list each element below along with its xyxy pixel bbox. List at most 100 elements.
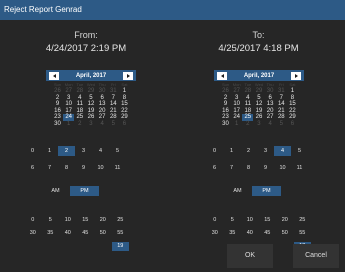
minute-option[interactable]: 50 bbox=[276, 229, 294, 238]
prev-month-button[interactable] bbox=[217, 71, 227, 80]
calendar-day[interactable]: 7 bbox=[108, 95, 119, 102]
calendar-day[interactable]: 13 bbox=[265, 101, 276, 108]
minute-option[interactable]: 45 bbox=[77, 229, 95, 238]
minute-option[interactable]: 20 bbox=[276, 216, 294, 225]
minute-option[interactable]: 15 bbox=[259, 216, 277, 225]
calendar-day[interactable]: 17 bbox=[63, 108, 74, 115]
calendar-day[interactable]: 9 bbox=[220, 101, 231, 108]
hour-option[interactable]: 6 bbox=[24, 163, 41, 173]
calendar-day[interactable]: 28 bbox=[108, 114, 119, 121]
am-option[interactable]: AM bbox=[41, 186, 70, 196]
calendar-day[interactable]: 17 bbox=[231, 108, 242, 115]
calendar-day[interactable]: 29 bbox=[287, 114, 298, 121]
calendar-day[interactable]: 26 bbox=[85, 114, 96, 121]
minute-option[interactable]: 10 bbox=[241, 216, 259, 225]
calendar-day[interactable]: 3 bbox=[231, 95, 242, 102]
calendar-day[interactable]: 13 bbox=[97, 101, 108, 108]
calendar-day[interactable]: 21 bbox=[276, 108, 287, 115]
minute-option[interactable]: 50 bbox=[94, 229, 112, 238]
calendar-day[interactable]: 4 bbox=[97, 121, 108, 128]
calendar-day[interactable]: 2 bbox=[52, 95, 63, 102]
hour-option[interactable]: 3 bbox=[75, 146, 92, 156]
calendar-day[interactable]: 25 bbox=[74, 114, 85, 121]
calendar-day[interactable]: 6 bbox=[119, 121, 130, 128]
calendar-day[interactable]: 2 bbox=[220, 95, 231, 102]
calendar-day[interactable]: 8 bbox=[287, 95, 298, 102]
minute-option[interactable]: 0 bbox=[206, 216, 224, 225]
hour-option[interactable]: 11 bbox=[109, 163, 126, 173]
calendar-day[interactable]: 11 bbox=[74, 101, 85, 108]
calendar-day[interactable]: 26 bbox=[52, 88, 63, 95]
pm-option[interactable]: PM bbox=[70, 186, 99, 196]
minute-option[interactable]: 10 bbox=[59, 216, 77, 225]
minute-option[interactable]: 45 bbox=[259, 229, 277, 238]
calendar-day[interactable]: 1 bbox=[119, 88, 130, 95]
calendar-day[interactable]: 6 bbox=[287, 121, 298, 128]
calendar-day[interactable]: 29 bbox=[119, 114, 130, 121]
hour-option[interactable]: 8 bbox=[240, 163, 257, 173]
calendar-day[interactable]: 9 bbox=[52, 101, 63, 108]
calendar-day[interactable]: 6 bbox=[265, 95, 276, 102]
calendar-day[interactable]: 15 bbox=[287, 101, 298, 108]
calendar-day[interactable]: 27 bbox=[265, 114, 276, 121]
hour-option[interactable]: 3 bbox=[257, 146, 274, 156]
calendar-day[interactable]: 29 bbox=[85, 88, 96, 95]
hour-option[interactable]: 4 bbox=[92, 146, 109, 156]
hour-option[interactable]: 5 bbox=[291, 146, 308, 156]
minute-option[interactable]: 40 bbox=[59, 229, 77, 238]
calendar-day[interactable]: 16 bbox=[52, 108, 63, 115]
calendar-day[interactable]: 3 bbox=[253, 121, 264, 128]
hour-option[interactable]: 2 bbox=[240, 146, 257, 156]
calendar-day-selected[interactable]: 25 bbox=[242, 114, 254, 121]
calendar-day-selected[interactable]: 24 bbox=[63, 114, 75, 121]
calendar-day[interactable]: 19 bbox=[85, 108, 96, 115]
calendar-day[interactable]: 27 bbox=[97, 114, 108, 121]
calendar-day[interactable]: 30 bbox=[220, 121, 231, 128]
calendar-day[interactable]: 20 bbox=[97, 108, 108, 115]
hour-option[interactable]: 8 bbox=[58, 163, 75, 173]
calendar-day[interactable]: 2 bbox=[74, 121, 85, 128]
calendar-day[interactable]: 27 bbox=[63, 88, 74, 95]
hour-option[interactable]: 11 bbox=[291, 163, 308, 173]
cancel-button[interactable]: Cancel bbox=[293, 244, 339, 268]
hour-option-selected[interactable]: 4 bbox=[274, 146, 291, 156]
calendar-day[interactable]: 30 bbox=[97, 88, 108, 95]
calendar-day[interactable]: 23 bbox=[52, 114, 63, 121]
calendar-day[interactable]: 7 bbox=[276, 95, 287, 102]
calendar-day[interactable]: 3 bbox=[63, 95, 74, 102]
calendar-day[interactable]: 10 bbox=[63, 101, 74, 108]
minute-option[interactable]: 25 bbox=[294, 216, 312, 225]
minute-option[interactable]: 55 bbox=[294, 229, 312, 238]
hour-option[interactable]: 7 bbox=[41, 163, 58, 173]
prev-month-button[interactable] bbox=[49, 71, 59, 80]
hour-option[interactable]: 9 bbox=[257, 163, 274, 173]
calendar-day[interactable]: 23 bbox=[220, 114, 231, 121]
minute-option[interactable]: 25 bbox=[112, 216, 130, 225]
calendar-day[interactable]: 8 bbox=[119, 95, 130, 102]
calendar-day[interactable]: 30 bbox=[52, 121, 63, 128]
next-month-button[interactable] bbox=[123, 71, 133, 80]
hour-option[interactable]: 0 bbox=[24, 146, 41, 156]
calendar-day[interactable]: 16 bbox=[220, 108, 231, 115]
hour-option[interactable]: 6 bbox=[206, 163, 223, 173]
calendar-day[interactable]: 14 bbox=[108, 101, 119, 108]
calendar-day[interactable]: 24 bbox=[231, 114, 242, 121]
minute-option[interactable]: 55 bbox=[112, 229, 130, 238]
calendar-day[interactable]: 26 bbox=[253, 114, 264, 121]
calendar-day[interactable]: 15 bbox=[119, 101, 130, 108]
pm-option[interactable]: PM bbox=[252, 186, 281, 196]
hour-option[interactable]: 1 bbox=[223, 146, 240, 156]
minute-option[interactable]: 35 bbox=[224, 229, 242, 238]
calendar-day[interactable]: 11 bbox=[242, 101, 253, 108]
minute-option[interactable]: 20 bbox=[94, 216, 112, 225]
calendar-day[interactable]: 1 bbox=[287, 88, 298, 95]
calendar-day[interactable]: 21 bbox=[108, 108, 119, 115]
minute-option[interactable]: 5 bbox=[42, 216, 60, 225]
calendar-day[interactable]: 18 bbox=[74, 108, 85, 115]
minute-option[interactable]: 0 bbox=[24, 216, 42, 225]
calendar-day[interactable]: 5 bbox=[253, 95, 264, 102]
next-month-button[interactable] bbox=[291, 71, 301, 80]
calendar-day[interactable]: 22 bbox=[287, 108, 298, 115]
calendar-day[interactable]: 1 bbox=[63, 121, 74, 128]
hour-option[interactable]: 10 bbox=[92, 163, 109, 173]
